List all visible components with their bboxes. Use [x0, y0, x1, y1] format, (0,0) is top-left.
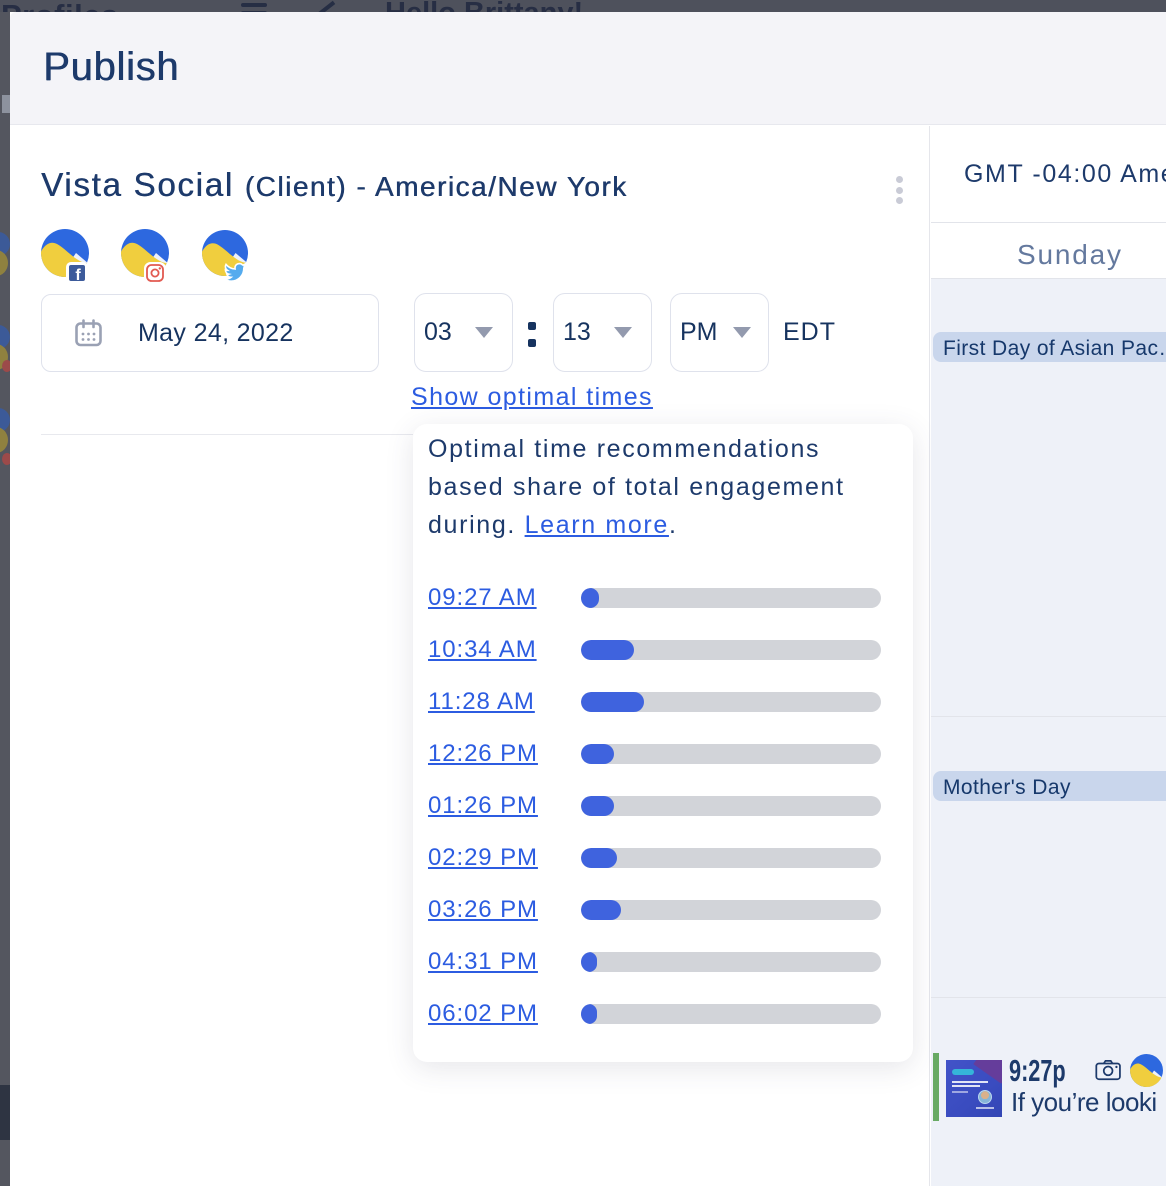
svg-text:f: f [75, 267, 81, 284]
